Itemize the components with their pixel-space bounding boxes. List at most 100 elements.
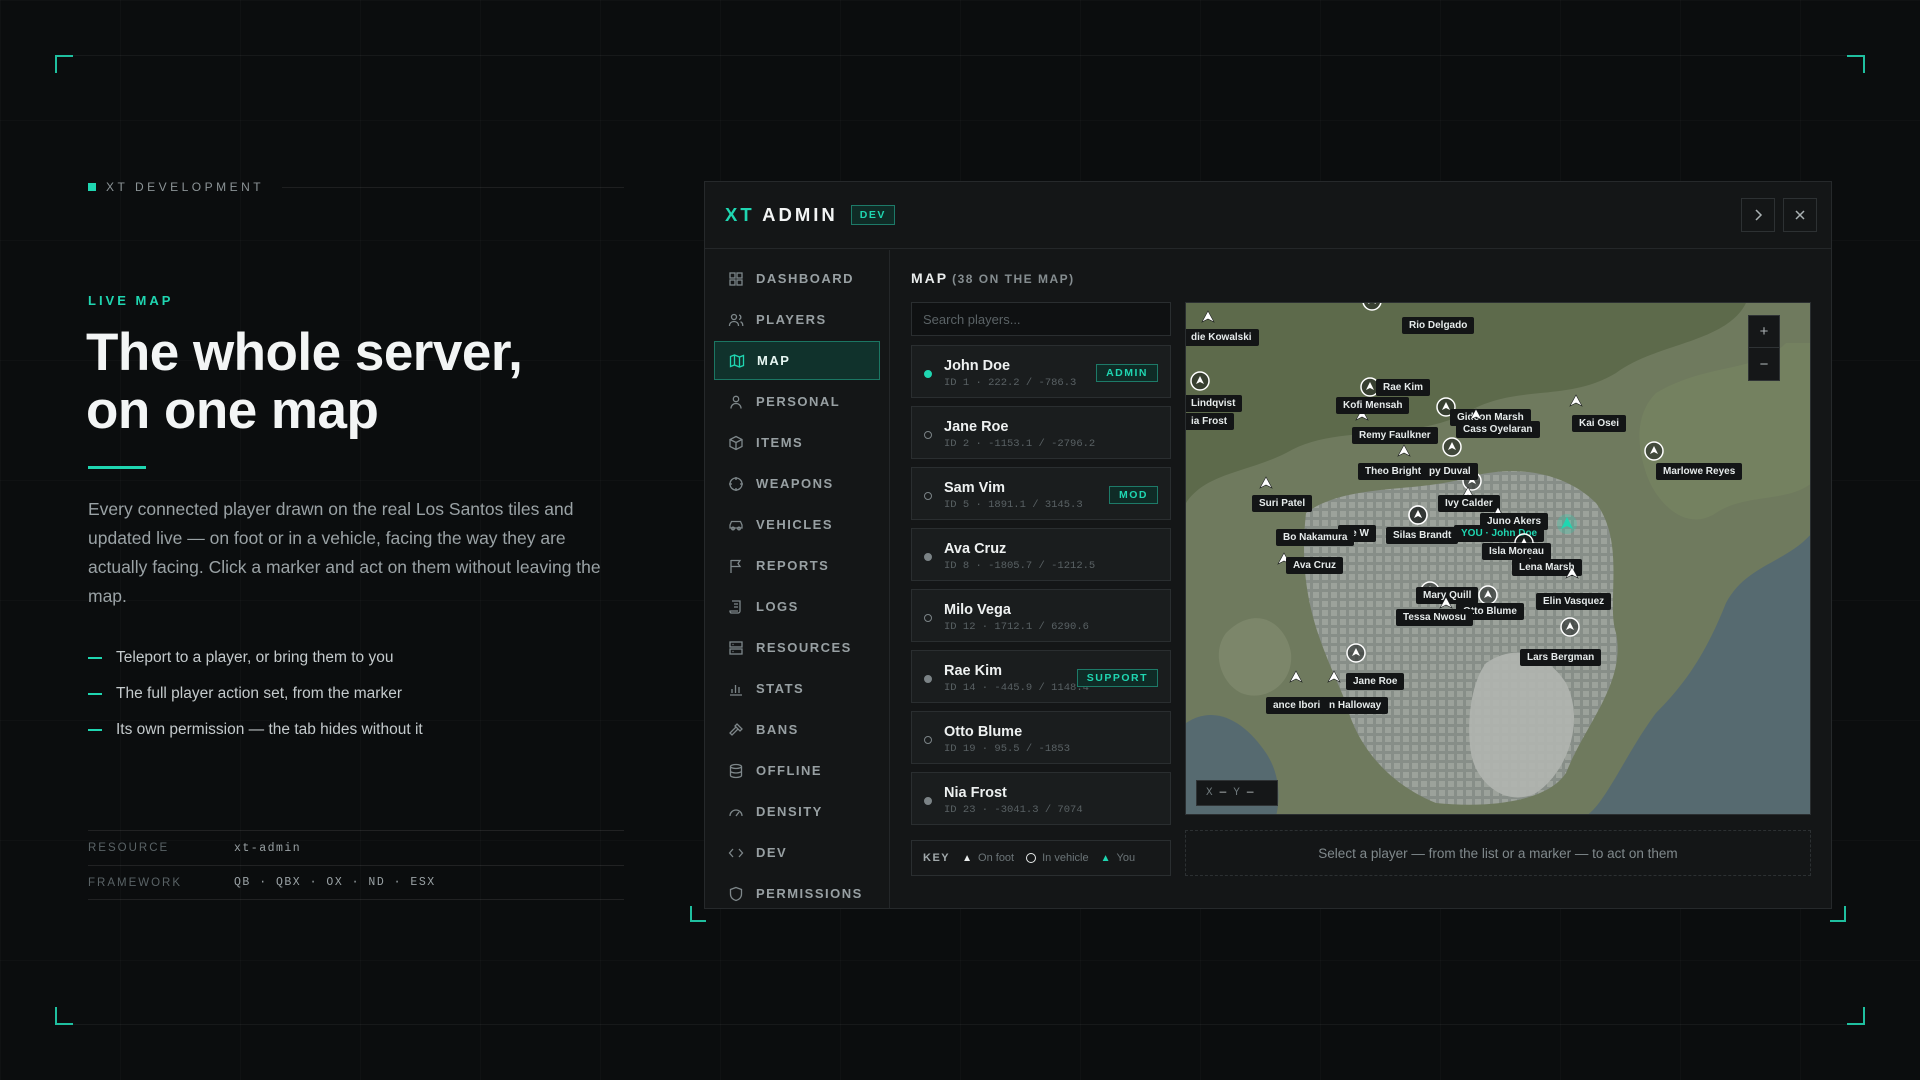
- box-icon: [728, 435, 744, 451]
- sidebar-item-vehicles[interactable]: VEHICLES: [714, 505, 880, 544]
- player-card[interactable]: Sam Vim ID 5 · 1891.1 / 3145.3 MOD: [911, 467, 1171, 520]
- sidebar-item-label: RESOURCES: [756, 640, 852, 655]
- server-icon: [728, 640, 744, 656]
- sidebar-item-label: REPORTS: [756, 558, 830, 573]
- on-foot-marker-icon: [1327, 670, 1341, 683]
- role-badge: MOD: [1109, 486, 1158, 504]
- marker-label: Marlowe Reyes: [1656, 463, 1743, 480]
- player-card[interactable]: Rae Kim ID 14 · -445.9 / 1148.4 SUPPORT: [911, 650, 1171, 703]
- player-details: ID 2 · -1153.1 / -2796.2: [944, 438, 1096, 450]
- sidebar-item-reports[interactable]: REPORTS: [714, 546, 880, 585]
- player-details: ID 19 · 95.5 / -1853: [944, 743, 1071, 755]
- zoom-in-button[interactable]: +: [1749, 316, 1779, 348]
- player-name: Jane Roe: [944, 419, 1009, 435]
- brand-square-icon: [88, 183, 96, 191]
- sidebar-item-dashboard[interactable]: DASHBOARD: [714, 259, 880, 298]
- chevron-right-icon: [1755, 209, 1763, 221]
- player-details: ID 12 · 1712.1 / 6290.6: [944, 621, 1089, 633]
- vehicle-marker-icon: [1644, 441, 1664, 461]
- player-name: Sam Vim: [944, 480, 1005, 496]
- on-foot-marker-icon: [1569, 394, 1583, 407]
- marker-label: Elin Vasquez: [1536, 593, 1612, 610]
- hero-description: Every connected player drawn on the real…: [88, 499, 601, 606]
- player-count: (38 ON THE MAP): [952, 272, 1075, 286]
- player-card[interactable]: Jane Roe ID 2 · -1153.1 / -2796.2: [911, 406, 1171, 459]
- sidebar-item-label: MAP: [757, 353, 791, 368]
- vehicle-marker-icon: [1408, 505, 1428, 525]
- status-dot-icon: [924, 736, 932, 744]
- marker-label: Cass Oyelaran: [1456, 421, 1540, 438]
- on-foot-marker-icon: [1397, 444, 1411, 457]
- role-badge: SUPPORT: [1076, 669, 1158, 687]
- meta-key: RESOURCE: [88, 842, 170, 854]
- frame-corner-bottom-right: [1847, 1007, 1865, 1025]
- legend-on-foot: On foot: [978, 852, 1015, 864]
- sidebar-item-label: DASHBOARD: [756, 271, 854, 286]
- meta-table: RESOURCE xt-admin FRAMEWORK QB · QBX · O…: [88, 830, 624, 900]
- frame-corner-bottom-left: [55, 1007, 73, 1025]
- player-list: John Doe ID 1 · 222.2 / -786.3 ADMIN Jane R…: [911, 345, 1171, 833]
- status-dot-icon: [924, 675, 932, 683]
- player-card[interactable]: John Doe ID 1 · 222.2 / -786.3 ADMIN: [911, 345, 1171, 398]
- marker-label: ance Ibori: [1266, 697, 1328, 714]
- sidebar-item-resources[interactable]: RESOURCES: [714, 628, 880, 667]
- headline-line-1: The whole server,: [86, 323, 523, 382]
- frame-bottom-line: [55, 1024, 1865, 1025]
- y-label: Y: [1233, 787, 1240, 799]
- you-marker-icon: [1557, 514, 1577, 534]
- car-icon: [728, 517, 744, 533]
- player-details: ID 14 · -445.9 / 1148.4: [944, 682, 1089, 694]
- player-card[interactable]: Ava Cruz ID 8 · -1805.7 / -1212.5: [911, 528, 1171, 581]
- marker-label: Bo Nakamura: [1276, 529, 1355, 546]
- sidebar-item-items[interactable]: ITEMS: [714, 423, 880, 462]
- map-legend: KEY ▲ On foot In vehicle ▲ You: [911, 840, 1171, 876]
- feature-list: Teleport to a player, or bring them to y…: [88, 640, 628, 748]
- sidebar-item-dev[interactable]: DEV: [714, 833, 880, 872]
- marker-label: Ava Cruz: [1286, 557, 1343, 574]
- player-name: Ava Cruz: [944, 541, 1007, 557]
- sidebar-item-offline[interactable]: OFFLINE: [714, 751, 880, 790]
- sidebar-item-players[interactable]: PLAYERS: [714, 300, 880, 339]
- legend-title: KEY: [923, 852, 951, 864]
- feature-item: Teleport to a player, or bring them to y…: [88, 640, 628, 676]
- zoom-out-button[interactable]: −: [1749, 348, 1779, 380]
- marker-label: Kofi Mensah: [1336, 397, 1410, 414]
- feature-item: Its own permission — the tab hides witho…: [88, 712, 628, 748]
- player-name: Rae Kim: [944, 663, 1003, 679]
- you-arrow-icon: ▲: [1100, 852, 1111, 864]
- meta-row-framework: FRAMEWORK QB · QBX · OX · ND · ESX: [88, 865, 624, 900]
- live-map[interactable]: Rio Delgado die Kowalski Rae Kim Lindqvist K…: [1185, 302, 1811, 815]
- map-icon: [729, 353, 745, 369]
- sidebar-item-personal[interactable]: PERSONAL: [714, 382, 880, 421]
- player-details: ID 5 · 1891.1 / 3145.3: [944, 499, 1083, 511]
- database-icon: [728, 763, 744, 779]
- sidebar-item-bans[interactable]: BANS: [714, 710, 880, 749]
- collapse-button[interactable]: [1741, 198, 1775, 232]
- player-details: ID 8 · -1805.7 / -1212.5: [944, 560, 1096, 572]
- sidebar-item-density[interactable]: DENSITY: [714, 792, 880, 831]
- sidebar-item-map[interactable]: MAP: [714, 341, 880, 380]
- on-foot-marker-icon: [1565, 566, 1579, 579]
- sidebar-item-permissions[interactable]: PERMISSIONS: [714, 874, 880, 913]
- sidebar-item-label: WEAPONS: [756, 476, 834, 491]
- player-card[interactable]: Milo Vega ID 12 · 1712.1 / 6290.6: [911, 589, 1171, 642]
- status-dot-icon: [924, 553, 932, 561]
- player-card[interactable]: Nia Frost ID 23 · -3041.3 / 7074: [911, 772, 1171, 825]
- sidebar-item-weapons[interactable]: WEAPONS: [714, 464, 880, 503]
- status-dot-icon: [924, 797, 932, 805]
- close-button[interactable]: [1783, 198, 1817, 232]
- meta-row-resource: RESOURCE xt-admin: [88, 830, 624, 865]
- player-search-input[interactable]: [911, 302, 1171, 336]
- person-icon: [728, 394, 744, 410]
- crosshair-icon: [728, 476, 744, 492]
- vehicle-marker-icon: [1190, 371, 1210, 391]
- in-vehicle-ring-icon: [1026, 853, 1037, 863]
- marker-label: Theo Bright: [1358, 463, 1429, 480]
- shield-icon: [728, 886, 744, 902]
- sidebar-item-label: PERMISSIONS: [756, 886, 863, 901]
- sidebar-item-stats[interactable]: STATS: [714, 669, 880, 708]
- player-card[interactable]: Otto Blume ID 19 · 95.5 / -1853: [911, 711, 1171, 764]
- frame-corner-top-left: [55, 55, 73, 73]
- dash-icon: [88, 657, 102, 659]
- sidebar-item-logs[interactable]: LOGS: [714, 587, 880, 626]
